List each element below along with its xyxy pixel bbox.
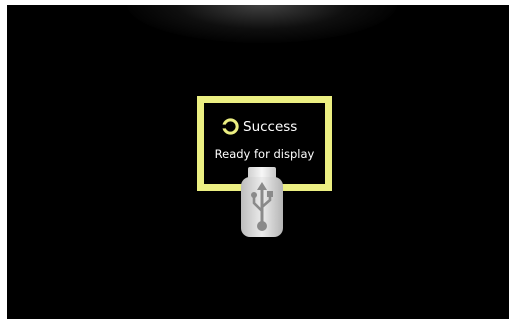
status-header: Success: [221, 117, 297, 136]
status-ring-icon: [221, 118, 239, 135]
status-title: Success: [243, 118, 298, 135]
status-message: Ready for display: [214, 147, 315, 161]
usb-drive-icon: [241, 167, 283, 237]
top-glow: [127, 5, 397, 43]
app-frame: Success Ready for display: [0, 0, 516, 324]
display-screen: Success Ready for display: [7, 5, 509, 319]
